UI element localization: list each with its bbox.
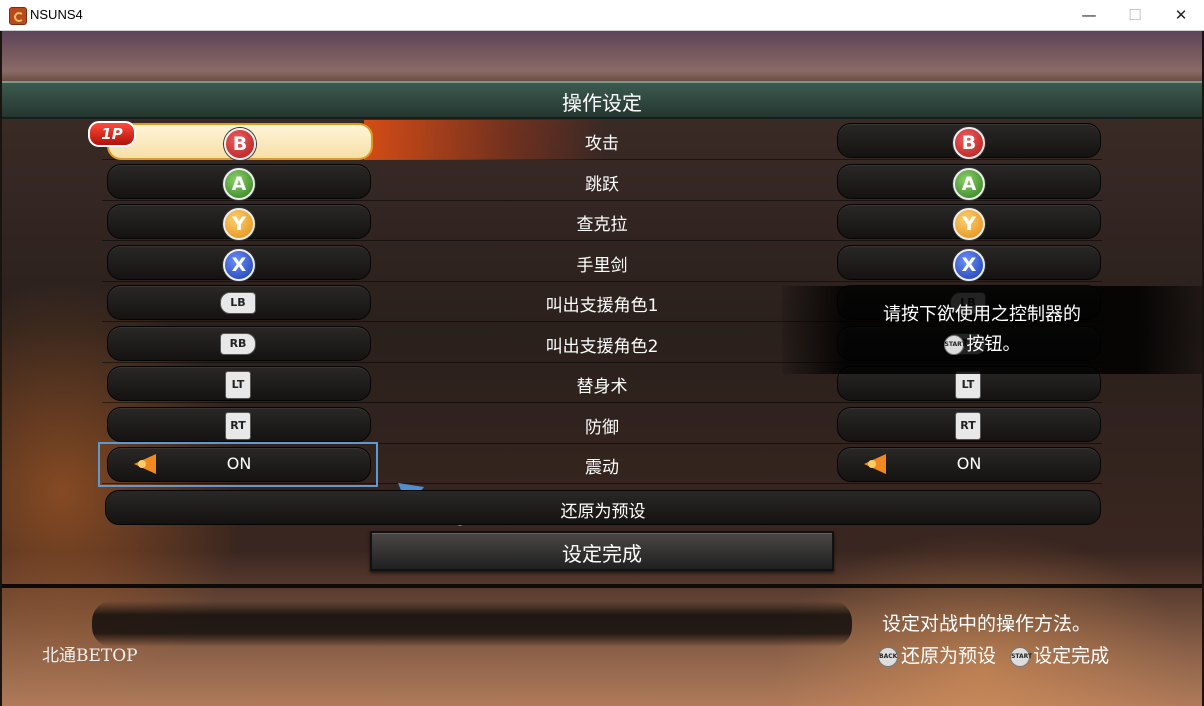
window-titlebar: NSUNS4 — ☐ ✕ [0, 0, 1204, 31]
right-slot-attack[interactable]: B [837, 123, 1101, 159]
betop-watermark: 北通BETOP [42, 646, 138, 666]
tooltip-line-2: START按钮。 [782, 330, 1182, 356]
panel-title: 操作设定 [562, 91, 642, 115]
y-button-icon: Y [953, 208, 985, 240]
footer-divider [2, 584, 1202, 588]
rt-button-icon: RT [955, 412, 981, 440]
maximize-button[interactable]: ☐ [1112, 0, 1158, 30]
footer-brush-stroke [92, 601, 852, 647]
control-row-attack: B 攻击 B [102, 120, 1102, 160]
right-slot-shuriken[interactable]: X [837, 245, 1101, 281]
footer-description: 设定对战中的操作方法。 [882, 613, 1092, 635]
settings-done-label: 设定完成 [562, 542, 642, 566]
right-slot-vibration[interactable]: ON [837, 447, 1101, 482]
hint-reset[interactable]: BACK 还原为预设 [878, 641, 996, 668]
app-icon [9, 7, 27, 25]
control-row-jump: A 跳跃 A [102, 161, 1102, 201]
right-slot-chakra[interactable]: Y [837, 204, 1101, 240]
reset-defaults-button[interactable]: 还原为预设 [105, 490, 1101, 525]
vibration-highlight-box [98, 442, 378, 487]
window-title: NSUNS4 [30, 7, 83, 22]
hint-done-label: 设定完成 [1033, 645, 1110, 667]
game-scene: 操作设定 B 攻击 B 1P A 跳跃 A Y 查克拉 Y X 手里剑 X LB… [2, 31, 1202, 706]
lt-button-icon: LT [955, 371, 981, 399]
settings-done-button[interactable]: 设定完成 [370, 531, 834, 571]
control-row-guard: RT 防御 RT [102, 404, 1102, 444]
tooltip-line-2-text: 按钮。 [966, 334, 1021, 355]
vibration-value: ON [956, 454, 982, 473]
minimize-button[interactable]: — [1066, 0, 1112, 30]
hint-done[interactable]: START设定完成 [1010, 641, 1109, 668]
start-button-icon: START [943, 335, 966, 355]
player-1p-badge: 1P [88, 121, 136, 147]
reset-defaults-label: 还原为预设 [560, 502, 646, 522]
start-button-icon: START [1010, 646, 1032, 667]
panel-header: 操作设定 [2, 81, 1202, 119]
x-button-icon: X [953, 249, 985, 281]
right-slot-guard[interactable]: RT [837, 407, 1101, 442]
right-slot-jump[interactable]: A [837, 164, 1101, 200]
controller-prompt-tooltip: 请按下欲使用之控制器的 START按钮。 [782, 286, 1202, 374]
b-button-icon: B [953, 127, 985, 159]
top-backdrop [2, 31, 1202, 81]
a-button-icon: A [953, 168, 985, 200]
control-row-shuriken: X 手里剑 X [102, 242, 1102, 282]
footer-button-hints: BACK 还原为预设 START设定完成 [878, 641, 1117, 668]
hint-reset-label: 还原为预设 [901, 645, 997, 667]
back-button-icon: BACK [878, 646, 898, 667]
close-button[interactable]: ✕ [1158, 0, 1204, 30]
control-row-chakra: Y 查克拉 Y [102, 201, 1102, 241]
tooltip-line-1: 请按下欲使用之控制器的 [883, 304, 1081, 325]
